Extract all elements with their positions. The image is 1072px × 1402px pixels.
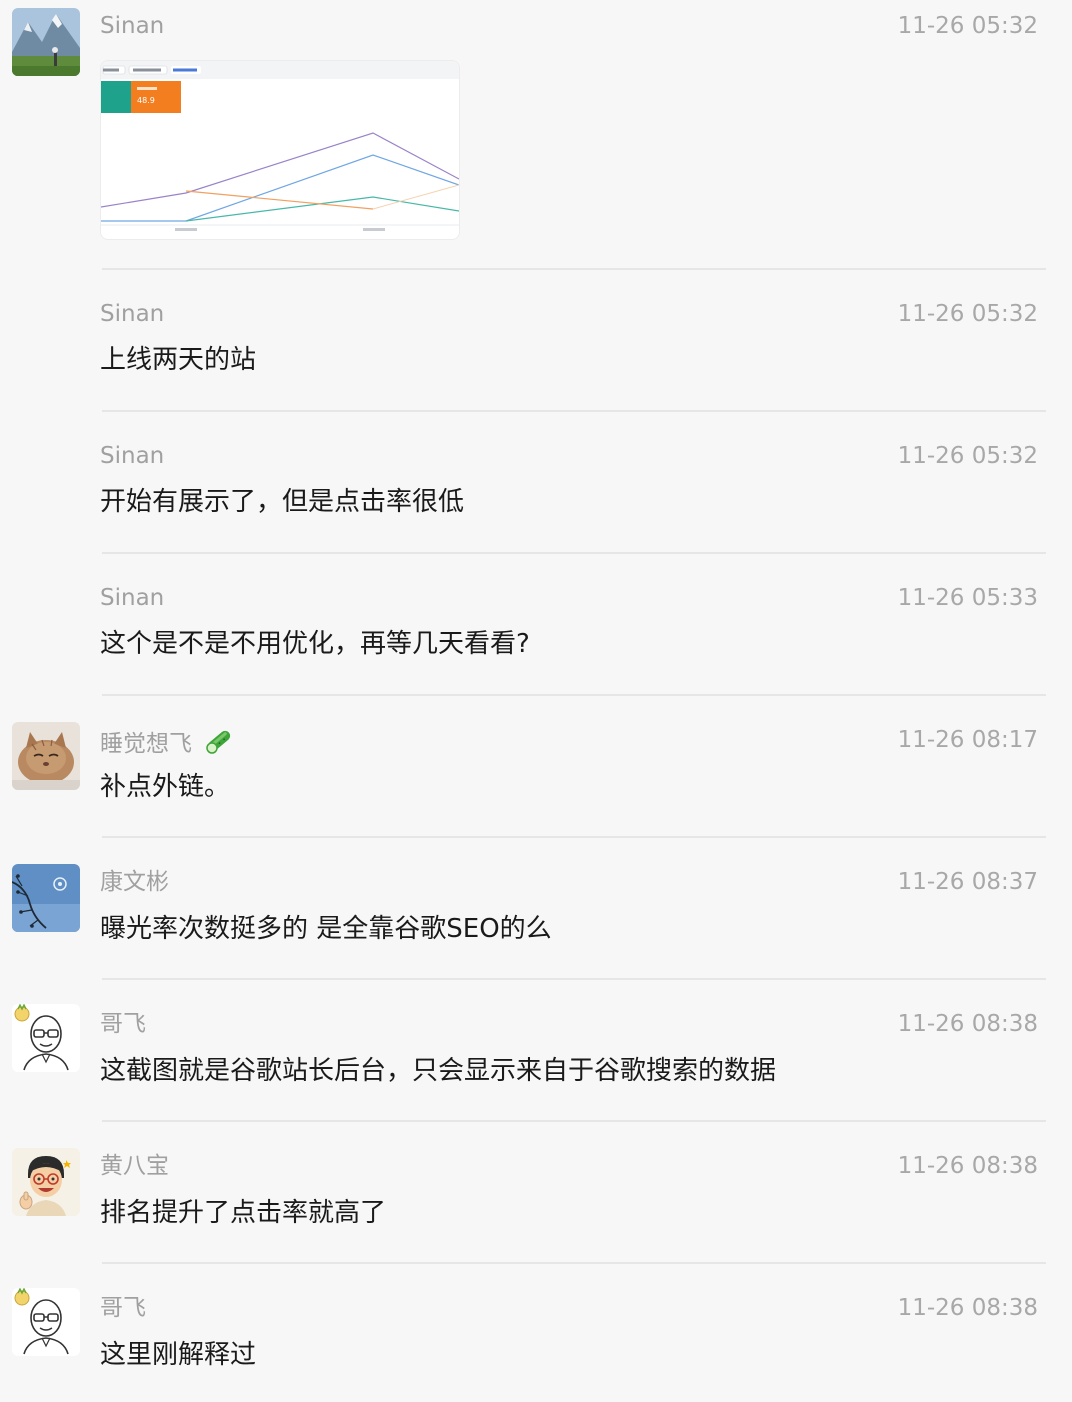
- message-time: 11-26 05:32: [897, 443, 1038, 469]
- message-time: 11-26 08:37: [897, 869, 1038, 895]
- message-divider: [102, 552, 1046, 554]
- message-text: 补点外链。: [100, 772, 231, 802]
- message-time: 11-26 05:32: [897, 13, 1038, 39]
- message-text: 这截图就是谷歌站长后台，只会显示来自于谷歌搜索的数据: [100, 1056, 777, 1086]
- sender-name: 康文彬: [100, 869, 169, 895]
- sender-name: 哥飞: [100, 1295, 146, 1321]
- blue-sky-branch-avatar-icon: [12, 864, 80, 932]
- message-text: 这里刚解释过: [100, 1340, 257, 1370]
- message-divider: [102, 1262, 1046, 1264]
- avatar[interactable]: [12, 8, 80, 76]
- avatar[interactable]: [12, 864, 80, 932]
- sender-name: 哥飞: [100, 1011, 146, 1037]
- message-item: 哥飞 11-26 08:38 这截图就是谷歌站长后台，只会显示来自于谷歌搜索的数…: [0, 1000, 1072, 1120]
- analytics-screenshot-thumbnail: 48.9: [101, 61, 459, 231]
- bald-glasses-cartoon-avatar-icon: [12, 1004, 80, 1072]
- cat-avatar-icon: [12, 722, 80, 790]
- avatar[interactable]: [12, 1004, 80, 1072]
- svg-text:48.9: 48.9: [137, 96, 155, 105]
- message-item: Sinan 11-26 05:32 开始有展示了，但是点击率很低: [0, 432, 1072, 552]
- message-item: 睡觉想飞 11-26 08:17 补点外链。: [0, 716, 1072, 836]
- message-divider: [102, 268, 1046, 270]
- message-text: 上线两天的站: [100, 345, 257, 375]
- sender-name: Sinan: [100, 13, 165, 39]
- message-time: 11-26 08:38: [897, 1295, 1038, 1321]
- sender-name: Sinan: [100, 301, 165, 327]
- message-divider: [102, 836, 1046, 838]
- message-text: 排名提升了点击率就高了: [100, 1198, 387, 1228]
- sender-name: 睡觉想飞: [100, 726, 235, 763]
- cucumber-icon: [203, 726, 235, 763]
- message-divider: [102, 1120, 1046, 1122]
- message-divider: [102, 410, 1046, 412]
- avatar[interactable]: [12, 1288, 80, 1356]
- message-text: 开始有展示了，但是点击率很低: [100, 487, 465, 517]
- message-divider: [102, 694, 1046, 696]
- message-item: Sinan 11-26 05:33 这个是不是不用优化，再等几天看看?: [0, 574, 1072, 694]
- message-text: 曝光率次数挺多的 是全靠谷歌SEO的么: [100, 914, 552, 944]
- message-time: 11-26 08:38: [897, 1153, 1038, 1179]
- sender-name-label: 睡觉想飞: [100, 731, 192, 757]
- message-item: 黄八宝 11-26 08:38 排名提升了点击率就高了: [0, 1142, 1072, 1262]
- message-time: 11-26 08:17: [897, 727, 1038, 753]
- avatar[interactable]: [12, 722, 80, 790]
- message-item: Sinan 11-26 05:32 48.9: [0, 0, 1072, 270]
- message-time: 11-26 08:38: [897, 1011, 1038, 1037]
- message-item: Sinan 11-26 05:32 上线两天的站: [0, 290, 1072, 410]
- sender-name: 黄八宝: [100, 1153, 169, 1179]
- message-divider: [102, 978, 1046, 980]
- message-time: 11-26 05:32: [897, 301, 1038, 327]
- bald-glasses-cartoon-avatar-icon: [12, 1288, 80, 1356]
- sender-name: Sinan: [100, 585, 165, 611]
- message-item: 哥飞 11-26 08:38 这里刚解释过: [0, 1284, 1072, 1402]
- image-attachment[interactable]: 48.9: [100, 60, 460, 240]
- message-time: 11-26 05:33: [897, 585, 1038, 611]
- sender-name: Sinan: [100, 443, 165, 469]
- avatar[interactable]: [12, 1148, 80, 1216]
- message-item: 康文彬 11-26 08:37 曝光率次数挺多的 是全靠谷歌SEO的么: [0, 858, 1072, 978]
- glasses-thumbs-up-cartoon-avatar-icon: [12, 1148, 80, 1216]
- mountain-landscape-avatar-icon: [12, 8, 80, 76]
- message-text: 这个是不是不用优化，再等几天看看?: [100, 629, 530, 659]
